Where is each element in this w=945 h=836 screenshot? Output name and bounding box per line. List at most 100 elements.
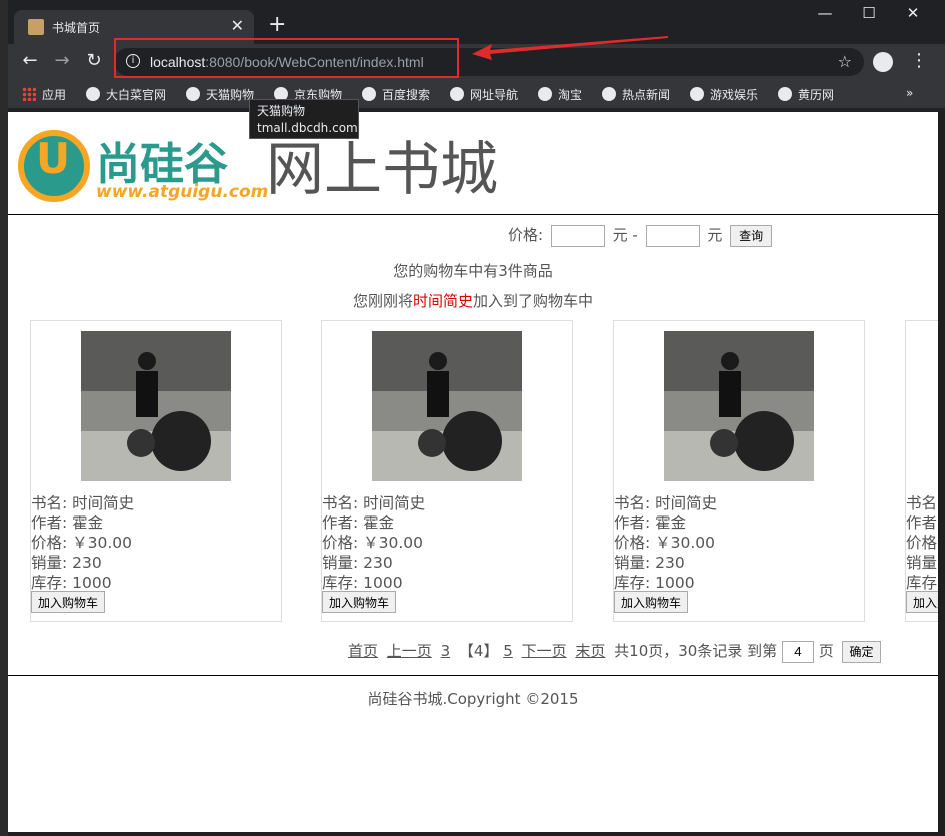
web-page: U 尚硅谷 www.atguigu.com 网上书城 价格: 元 - 元 查询 …	[8, 112, 938, 832]
bookmark-item[interactable]: 天猫购物	[186, 86, 254, 103]
favicon-icon	[28, 19, 44, 35]
reload-icon[interactable]: ↻	[82, 50, 106, 71]
globe-icon	[538, 87, 552, 101]
annotation-arrow	[472, 36, 668, 60]
globe-icon	[86, 87, 100, 101]
next-page-link[interactable]: 下一页	[522, 642, 567, 660]
unit-label: 元	[707, 226, 723, 244]
book-name: 书名: 时间简史	[906, 494, 938, 512]
add-to-cart-button[interactable]: 加入购物车	[322, 591, 397, 613]
bookmark-item[interactable]: 网址导航	[450, 86, 518, 103]
bookmark-item[interactable]: 黄历网	[778, 86, 834, 103]
cart-added-message: 您刚刚将时间简史加入到了购物车中	[352, 292, 594, 310]
bookmark-item[interactable]: 游戏娱乐	[690, 86, 758, 103]
book-card: 书名: 时间简史 作者: 霍金 价格: ￥30.00 销量: 230 库存: 1…	[321, 320, 573, 622]
bookmark-item[interactable]: 百度搜索	[362, 86, 430, 103]
bookmark-item[interactable]: 大白菜官网	[86, 86, 166, 103]
globe-icon	[450, 87, 464, 101]
pagination: 首页 上一页 3 【4】 5 下一页 末页 共10页，30条记录 到第 页 确定	[348, 640, 881, 663]
book-stock: 库存: 1000	[614, 574, 695, 592]
prev-page-link[interactable]: 上一页	[387, 642, 432, 660]
book-price: 价格: ￥30.00	[614, 534, 716, 552]
add-to-cart-button[interactable]: 加入购物车	[31, 591, 106, 613]
page-5-link[interactable]: 5	[503, 642, 513, 660]
book-author: 作者: 霍金	[614, 514, 687, 532]
book-author: 作者: 霍金	[31, 514, 104, 532]
footer-divider	[8, 675, 938, 676]
book-info: 书名: 时间简史 作者: 霍金 价格: ￥30.00 销量: 230 库存: 1…	[322, 493, 425, 593]
globe-icon	[778, 87, 792, 101]
book-author: 作者: 霍金	[322, 514, 395, 532]
page-summary: 共10页，30条记录 到第	[614, 642, 778, 660]
page-3-link[interactable]: 3	[441, 642, 451, 660]
forward-icon[interactable]: →	[50, 50, 74, 71]
bookmark-apps[interactable]: 应用	[22, 86, 66, 103]
add-to-cart-button[interactable]: 加入购物车	[906, 591, 938, 613]
profile-icon[interactable]	[873, 52, 893, 72]
tooltip-title: 天猫购物	[257, 104, 306, 118]
book-sales: 销量: 230	[322, 554, 393, 572]
more-bookmarks-icon[interactable]: »	[906, 86, 913, 100]
book-stock: 库存: 1000	[906, 574, 938, 592]
bookmark-item[interactable]: 淘宝	[538, 86, 582, 103]
logo-url: www.atguigu.com	[96, 182, 269, 202]
add-to-cart-button[interactable]: 加入购物车	[614, 591, 689, 613]
book-price: 价格: ￥30.00	[906, 534, 938, 552]
header-divider	[8, 214, 938, 215]
close-tab-icon[interactable]: ✕	[231, 16, 244, 35]
url-highlight-box	[114, 38, 459, 78]
book-cover-image	[372, 331, 522, 481]
first-page-link[interactable]: 首页	[348, 642, 378, 660]
book-sales: 销量: 230	[31, 554, 102, 572]
book-card: 书名: 时间简史 作者: 霍金 价格: ￥30.00 销量: 230 库存: 1…	[905, 320, 938, 622]
unit-label: 元 -	[612, 226, 638, 244]
book-info: 书名: 时间简史 作者: 霍金 价格: ￥30.00 销量: 230 库存: 1…	[31, 493, 134, 593]
book-stock: 库存: 1000	[322, 574, 403, 592]
book-card: 书名: 时间简史 作者: 霍金 价格: ￥30.00 销量: 230 库存: 1…	[30, 320, 282, 622]
tooltip-url: tmall.dbcdh.com	[257, 121, 358, 135]
book-name: 书名: 时间简史	[322, 494, 426, 512]
bookmark-star-icon[interactable]: ☆	[838, 52, 852, 71]
bookmarks-bar: 应用 大白菜官网 天猫购物 京东购物 百度搜索 网址导航 淘宝 热点新闻 游戏娱…	[0, 80, 945, 108]
price-search: 价格: 元 - 元 查询	[508, 224, 773, 247]
menu-icon[interactable]: ⋮	[910, 50, 928, 71]
globe-icon	[602, 87, 616, 101]
minimize-icon[interactable]: —	[802, 4, 848, 28]
bookmark-item[interactable]: 热点新闻	[602, 86, 670, 103]
goto-page-input[interactable]	[781, 640, 814, 663]
min-price-input[interactable]	[550, 224, 605, 247]
book-price: 价格: ￥30.00	[31, 534, 133, 552]
book-card: 书名: 时间简史 作者: 霍金 价格: ￥30.00 销量: 230 库存: 1…	[613, 320, 865, 622]
maximize-icon[interactable]: ☐	[846, 4, 892, 28]
last-page-link[interactable]: 末页	[575, 642, 605, 660]
globe-icon	[690, 87, 704, 101]
footer-copyright: 尚硅谷书城.Copyright ©2015	[367, 690, 579, 708]
book-name: 书名: 时间简史	[614, 494, 718, 512]
book-sales: 销量: 230	[906, 554, 938, 572]
price-label: 价格:	[508, 226, 544, 244]
book-author: 作者: 霍金	[906, 514, 938, 532]
book-sales: 销量: 230	[614, 554, 685, 572]
goto-confirm-button[interactable]: 确定	[842, 640, 881, 663]
page-suffix: 页	[818, 642, 834, 660]
book-cover-image	[664, 331, 814, 481]
apps-icon	[22, 87, 36, 101]
book-price: 价格: ￥30.00	[322, 534, 424, 552]
left-window-edge	[0, 0, 8, 836]
current-page: 【4】	[458, 642, 499, 660]
book-info: 书名: 时间简史 作者: 霍金 价格: ￥30.00 销量: 230 库存: 1…	[906, 493, 938, 593]
search-button[interactable]: 查询	[730, 224, 773, 247]
book-info: 书名: 时间简史 作者: 霍金 价格: ￥30.00 销量: 230 库存: 1…	[614, 493, 717, 593]
globe-icon	[186, 87, 200, 101]
tab-title: 书城首页	[52, 21, 101, 35]
book-name: 书名: 时间简史	[31, 494, 135, 512]
max-price-input[interactable]	[645, 224, 700, 247]
new-tab-icon[interactable]: +	[268, 12, 286, 37]
back-icon[interactable]: ←	[18, 50, 42, 71]
window-close-icon[interactable]: ✕	[890, 4, 936, 28]
book-stock: 库存: 1000	[31, 574, 112, 592]
book-cover-image	[81, 331, 231, 481]
cart-summary: 您的购物车中有3件商品	[393, 262, 553, 280]
bookmark-tooltip: 天猫购物 tmall.dbcdh.com	[249, 99, 359, 139]
logo-u-mark: U	[36, 134, 71, 183]
